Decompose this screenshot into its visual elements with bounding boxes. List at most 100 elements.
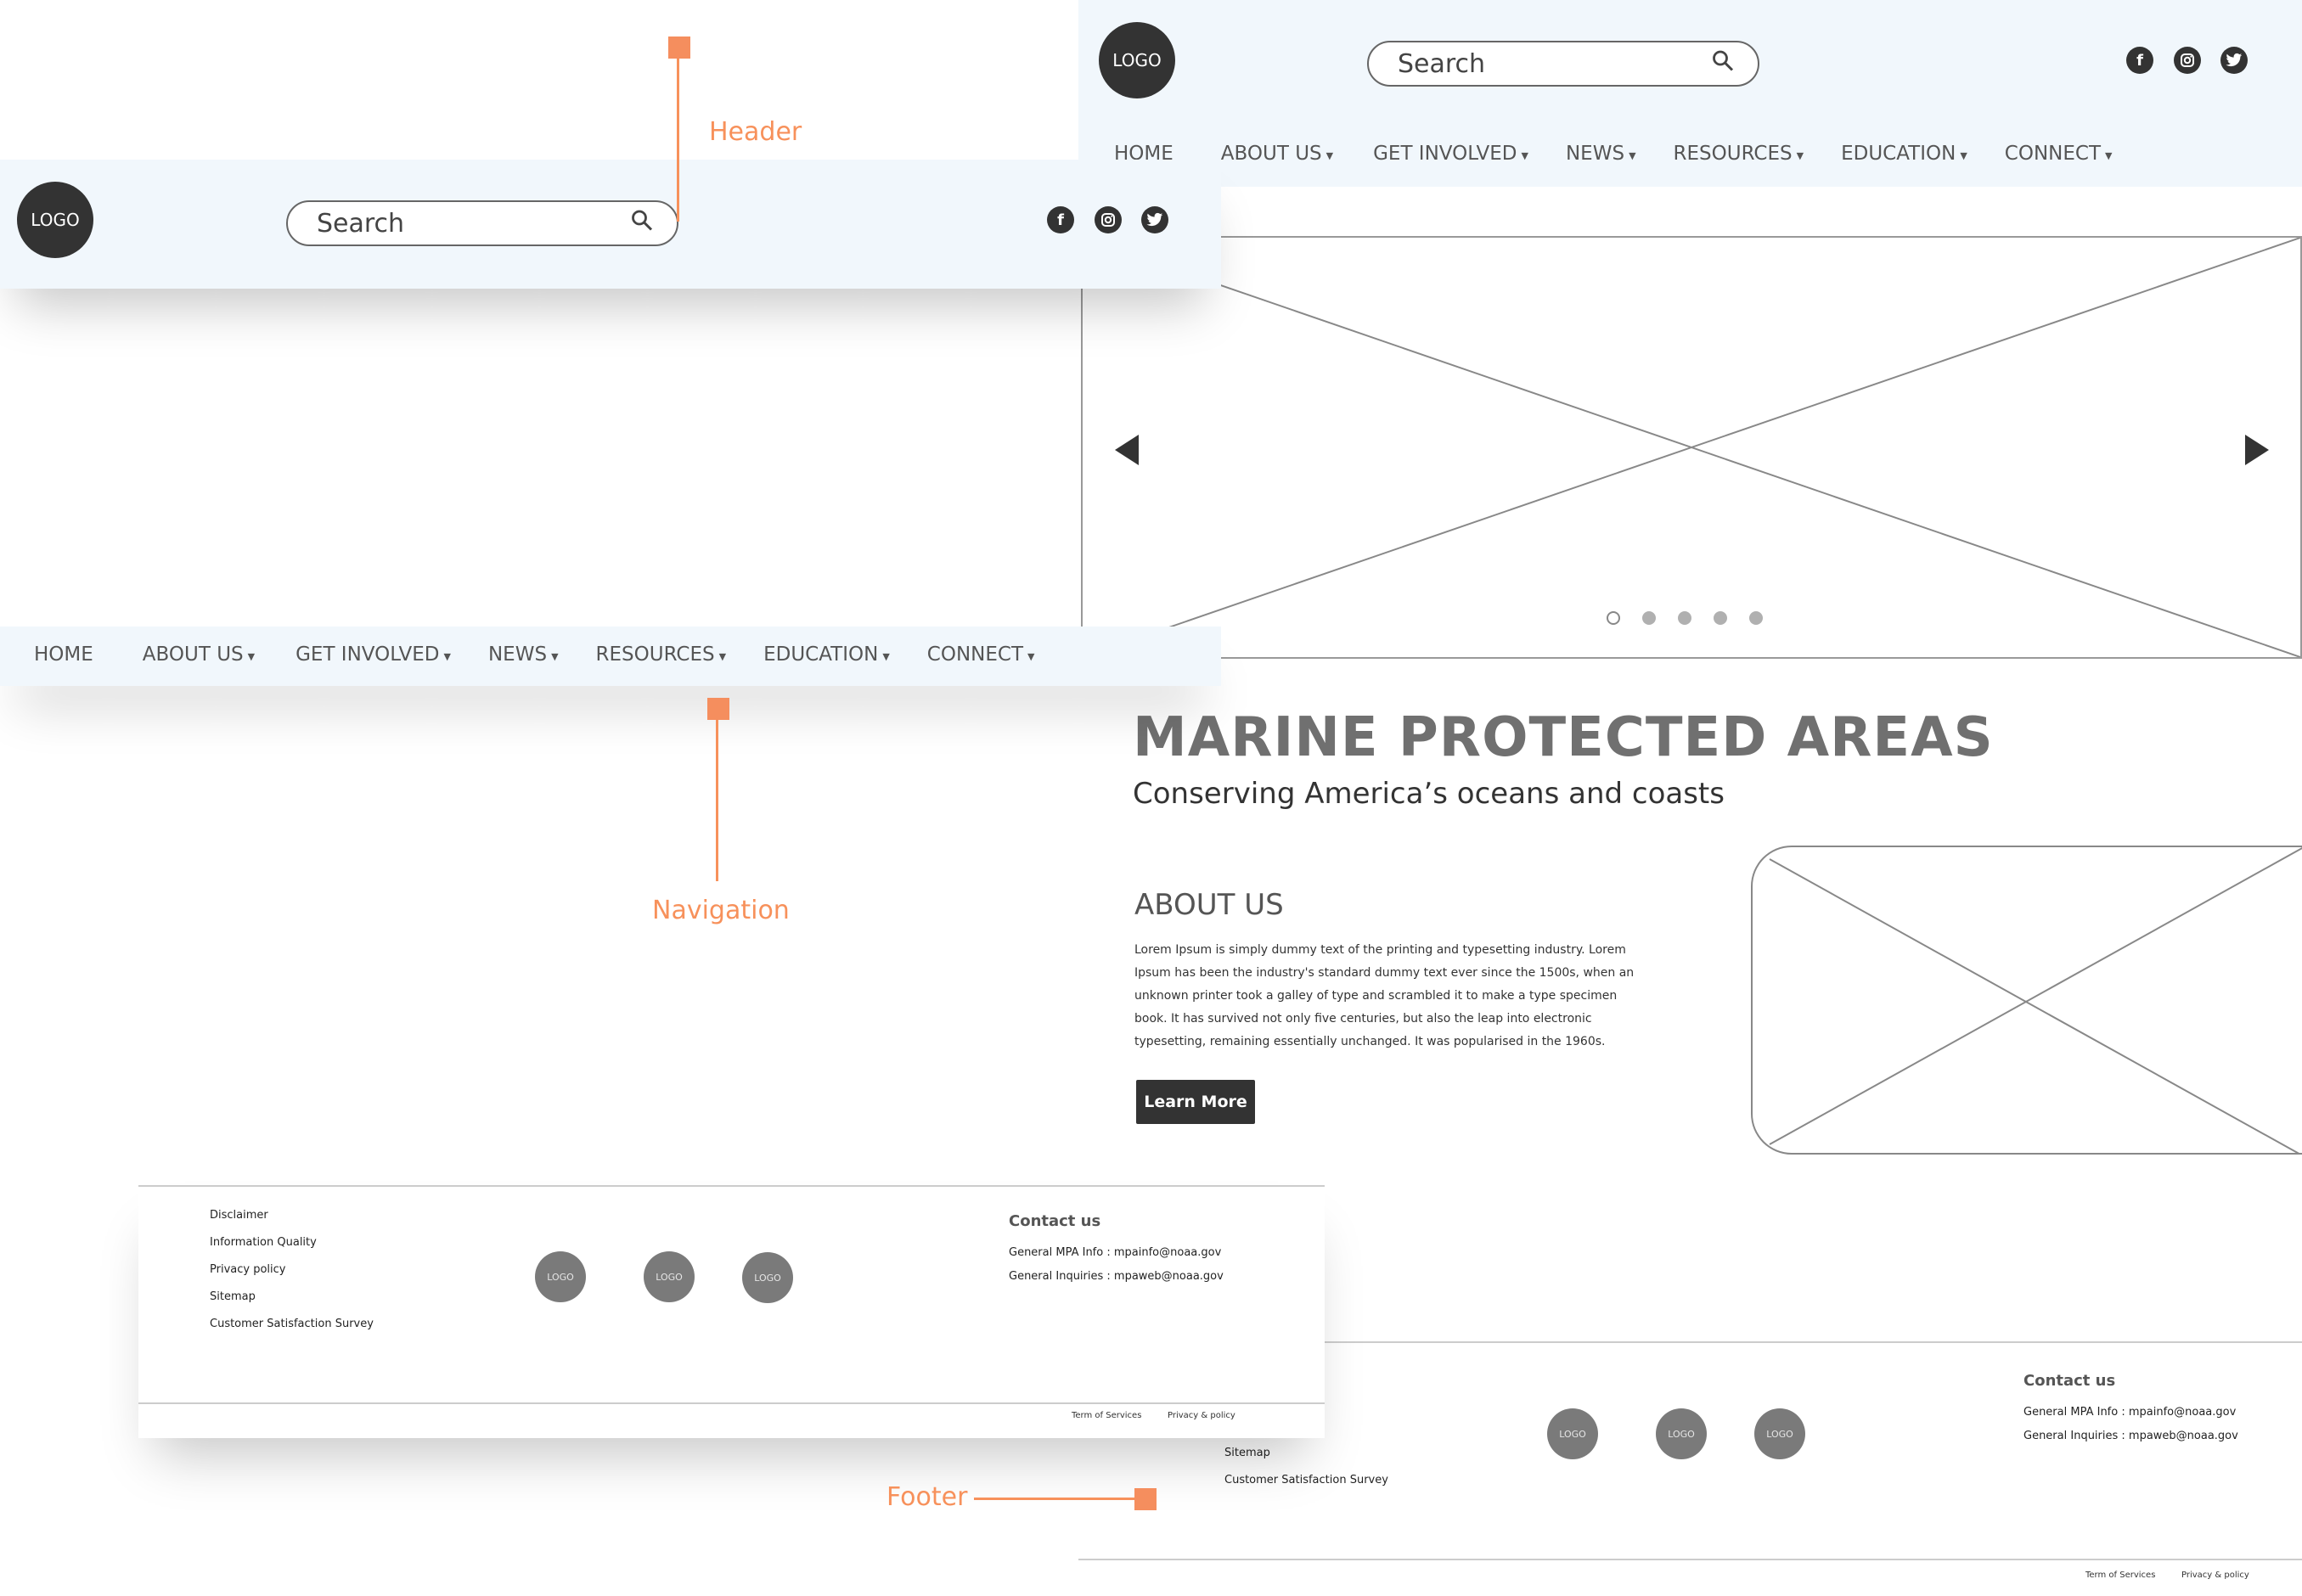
nav-item-news[interactable]: NEWS ▼ [1566, 143, 1636, 165]
carousel-dot[interactable] [1749, 611, 1763, 625]
footer-connector [974, 1498, 1137, 1500]
footer-logo: LOGO [742, 1252, 793, 1303]
caret-down-icon: ▼ [1027, 650, 1035, 662]
logo-text: LOGO [754, 1272, 781, 1284]
footer-annotation: Footer [886, 1482, 968, 1512]
carousel-dot[interactable] [1714, 611, 1727, 625]
caret-down-icon: ▼ [1796, 149, 1804, 161]
footer-link[interactable]: Customer Satisfaction Survey [1224, 1474, 1388, 1486]
nav-item-education[interactable]: EDUCATION ▼ [763, 643, 890, 666]
search-input[interactable]: Search [286, 200, 678, 246]
instagram-icon[interactable] [2174, 47, 2201, 74]
nav-item-connect[interactable]: CONNECT ▼ [927, 643, 1035, 666]
about-line: book. It has survived not only five cent… [1134, 1012, 1592, 1026]
nav-label: EDUCATION [763, 643, 879, 666]
instagram-icon[interactable] [1095, 206, 1122, 233]
carousel-prev-arrow[interactable] [1113, 433, 1140, 470]
logo-text: LOGO [656, 1271, 683, 1283]
logo-text: LOGO [1112, 50, 1162, 70]
nav-item-get-involved[interactable]: GET INVOLVED ▼ [1373, 143, 1528, 165]
terms-link[interactable]: Term of Services [2085, 1571, 2155, 1580]
learn-more-button[interactable]: Learn More [1136, 1080, 1255, 1124]
nav-label: ABOUT US [142, 643, 244, 666]
nav-item-connect[interactable]: CONNECT ▼ [2005, 143, 2113, 165]
logo-text: LOGO [1668, 1428, 1695, 1440]
nav-item-about-us[interactable]: ABOUT US ▼ [1221, 143, 1333, 165]
contact-line[interactable]: General Inquiries : mpaweb@noaa.gov [1009, 1270, 1224, 1283]
about-body: Lorem Ipsum is simply dummy text of the … [1134, 939, 1644, 1054]
contact-title: Contact us [2023, 1372, 2116, 1390]
search-input[interactable]: Search [1367, 41, 1759, 87]
footer-marker [1134, 1488, 1157, 1510]
contact-line[interactable]: General MPA Info : mpainfo@noaa.gov [2023, 1406, 2236, 1419]
nav-label: GET INVOLVED [295, 643, 440, 666]
footer-logo: LOGO [1754, 1408, 1805, 1459]
contact-line[interactable]: General Inquiries : mpaweb@noaa.gov [2023, 1430, 2238, 1442]
about-line: unknown printer took a galley of type an… [1134, 989, 1618, 1003]
carousel-dot[interactable] [1607, 611, 1620, 625]
contact-title: Contact us [1009, 1212, 1101, 1230]
nav-item-resources[interactable]: RESOURCES ▼ [596, 643, 727, 666]
nav-label: NEWS [487, 643, 548, 666]
search-placeholder: Search [317, 208, 405, 239]
footer-link[interactable]: Disclaimer [210, 1209, 268, 1222]
caret-down-icon: ▼ [1521, 149, 1528, 161]
logo-text: LOGO [31, 210, 80, 230]
logo-text: LOGO [1766, 1428, 1793, 1440]
footer-logo: LOGO [1547, 1408, 1598, 1459]
header-component: LOGO Search f [0, 160, 1221, 289]
footer-link[interactable]: Sitemap [210, 1290, 256, 1303]
privacy-link[interactable]: Privacy & policy [2181, 1571, 2249, 1580]
twitter-icon[interactable] [2220, 47, 2248, 74]
nav-label: RESOURCES [595, 643, 715, 666]
main-nav: HOME ABOUT US ▼ GET INVOLVED ▼ NEWS ▼ RESOU… [1114, 143, 2112, 165]
carousel-next-arrow[interactable] [2243, 433, 2271, 470]
nav-label: RESOURCES [1673, 143, 1793, 165]
nav-label: CONNECT [926, 643, 1023, 666]
caret-down-icon: ▼ [551, 650, 559, 662]
page-title: MARINE PROTECTED AREAS [1133, 706, 1994, 769]
nav-label: GET INVOLVED [1373, 143, 1517, 165]
footer-link[interactable]: Customer Satisfaction Survey [210, 1318, 374, 1330]
search-icon[interactable] [1712, 49, 1734, 79]
search-placeholder: Search [1398, 48, 1486, 79]
terms-link[interactable]: Term of Services [1072, 1411, 1141, 1420]
footer-logo: LOGO [1656, 1408, 1707, 1459]
carousel-dot[interactable] [1678, 611, 1691, 625]
main-nav: HOME ABOUT US ▼ GET INVOLVED ▼ NEWS ▼ RESOU… [34, 643, 1034, 666]
carousel-dot[interactable] [1642, 611, 1656, 625]
page-subtitle: Conserving America’s oceans and coasts [1133, 777, 1725, 811]
about-image-placeholder [1751, 846, 2302, 1155]
nav-item-education[interactable]: EDUCATION ▼ [1841, 143, 1967, 165]
twitter-icon[interactable] [1141, 206, 1168, 233]
contact-line[interactable]: General MPA Info : mpainfo@noaa.gov [1009, 1246, 1221, 1259]
caret-down-icon: ▼ [718, 650, 727, 662]
caret-down-icon: ▼ [1629, 149, 1636, 161]
nav-item-get-involved[interactable]: GET INVOLVED ▼ [295, 643, 451, 666]
logo[interactable]: LOGO [17, 182, 93, 258]
footer-logo: LOGO [644, 1251, 695, 1302]
footer-link[interactable]: Privacy policy [210, 1263, 285, 1276]
learn-more-label: Learn More [1144, 1093, 1247, 1111]
privacy-link[interactable]: Privacy & policy [1168, 1411, 1235, 1420]
nav-item-about-us[interactable]: ABOUT US ▼ [143, 643, 255, 666]
caret-down-icon: ▼ [1325, 149, 1334, 161]
nav-item-home[interactable]: HOME [34, 643, 93, 666]
nav-label: CONNECT [2004, 143, 2101, 165]
header-connector [677, 59, 679, 222]
about-line: typesetting, remaining essentially uncha… [1134, 1035, 1606, 1048]
footer-link[interactable]: Information Quality [210, 1236, 317, 1249]
logo[interactable]: LOGO [1099, 22, 1175, 98]
nav-label: HOME [34, 643, 93, 666]
nav-label: ABOUT US [1220, 143, 1322, 165]
footer-link[interactable]: Sitemap [1224, 1447, 1270, 1459]
logo-text: LOGO [1559, 1428, 1586, 1440]
nav-item-resources[interactable]: RESOURCES ▼ [1674, 143, 1804, 165]
header-annotation: Header [709, 117, 802, 147]
search-icon[interactable] [631, 209, 653, 239]
facebook-icon[interactable]: f [1047, 206, 1074, 233]
nav-item-news[interactable]: NEWS ▼ [488, 643, 559, 666]
page-header: LOGO Search f HOME ABOUT US ▼ GET INVOLVE… [1078, 0, 2302, 187]
facebook-icon[interactable]: f [2126, 47, 2153, 74]
navigation-component: HOME ABOUT US ▼ GET INVOLVED ▼ NEWS ▼ RESOU… [0, 627, 1221, 686]
